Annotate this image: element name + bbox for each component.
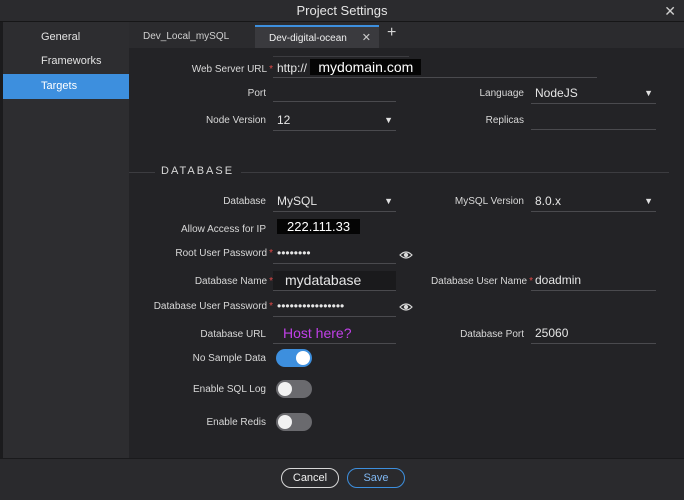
node-version-label: Node Version	[205, 115, 266, 126]
database-name-label: Database Name *	[194, 276, 273, 287]
section-divider	[241, 172, 669, 173]
allow-access-label: Allow Access for IP	[180, 224, 266, 235]
window-title: Project Settings	[296, 3, 388, 18]
url-prefix: http://	[277, 61, 308, 75]
chevron-down-icon: ▼	[644, 196, 653, 206]
root-password-input[interactable]: ••••••••	[273, 244, 396, 264]
no-sample-data-label: No Sample Data	[192, 353, 266, 364]
database-label: Database	[223, 196, 266, 207]
sidebar-item-general[interactable]: General	[3, 25, 129, 50]
database-select[interactable]: MySQL ▼	[273, 192, 396, 212]
database-value: MySQL	[277, 194, 318, 208]
replicas-label: Replicas	[485, 115, 524, 126]
language-select[interactable]: NodeJS ▼	[531, 84, 656, 104]
section-title-database: DATABASE	[161, 165, 235, 177]
sidebar-item-targets[interactable]: Targets	[3, 74, 129, 99]
port-input[interactable]	[273, 82, 396, 102]
close-tab-icon[interactable]: ✕	[362, 27, 371, 50]
allow-access-value: 222.111.33	[277, 219, 361, 234]
settings-panel: Dev_Local_mySQL Dev-digital-ocean ✕ + We…	[129, 22, 684, 458]
language-value: NodeJS	[535, 86, 578, 100]
root-password-label: Root User Password *	[175, 248, 273, 259]
database-user-password-label: Database User Password *	[153, 301, 273, 312]
sidebar-item-frameworks[interactable]: Frameworks	[3, 49, 129, 74]
tab-dev-local-mysql[interactable]: Dev_Local_mySQL	[129, 25, 253, 48]
allow-access-input[interactable]: 222.111.33	[273, 218, 396, 238]
port-label: Port	[247, 88, 266, 99]
chevron-down-icon: ▼	[384, 115, 393, 125]
database-name-input[interactable]: mydatabase	[273, 271, 396, 291]
window-titlebar: Project Settings ✕	[0, 0, 684, 22]
mysql-version-select[interactable]: 8.0.x ▼	[531, 192, 656, 212]
database-url-input[interactable]: Host here?	[273, 324, 396, 344]
database-url-value: Host here?	[283, 325, 352, 341]
database-user-name-label: Database User Name *	[430, 276, 533, 287]
language-label: Language	[479, 88, 525, 99]
tab-bar: Dev_Local_mySQL Dev-digital-ocean ✕ +	[129, 22, 684, 48]
sidebar-item-label: Frameworks	[41, 55, 102, 67]
eye-icon[interactable]	[399, 300, 413, 314]
mysql-version-label: MySQL Version	[454, 196, 524, 207]
enable-sql-log-toggle[interactable]	[276, 380, 312, 398]
web-server-url-input[interactable]: http:// mydomain.com	[273, 58, 597, 78]
database-port-label: Database Port	[460, 329, 524, 340]
mysql-version-value: 8.0.x	[535, 194, 562, 208]
eye-icon[interactable]	[399, 248, 413, 262]
sidebar: General Frameworks Targets	[3, 22, 129, 458]
tab-label: Dev_Local_mySQL	[143, 31, 230, 42]
enable-redis-toggle[interactable]	[276, 413, 312, 431]
chevron-down-icon: ▼	[644, 88, 653, 98]
close-icon[interactable]: ✕	[664, 0, 676, 22]
database-user-password-input[interactable]: ••••••••••••••••	[273, 297, 396, 317]
tab-dev-digital-ocean[interactable]: Dev-digital-ocean ✕	[255, 25, 379, 48]
database-name-value: mydatabase	[285, 272, 362, 288]
no-sample-data-toggle[interactable]	[276, 349, 312, 367]
replicas-input[interactable]	[531, 110, 656, 130]
database-user-name-input[interactable]: doadmin	[531, 271, 656, 291]
url-value: mydomain.com	[310, 59, 422, 75]
plus-icon[interactable]: +	[387, 24, 396, 42]
database-port-input[interactable]: 25060	[531, 324, 656, 344]
cancel-button[interactable]: Cancel	[281, 468, 339, 488]
sidebar-item-label: Targets	[41, 80, 78, 92]
web-server-url-label: Web Server URL *	[191, 64, 273, 75]
node-version-value: 12	[277, 113, 291, 127]
node-version-select[interactable]: 12 ▼	[273, 111, 396, 131]
enable-sql-log-label: Enable SQL Log	[192, 384, 266, 395]
sidebar-item-label: General	[41, 31, 81, 43]
save-button[interactable]: Save	[347, 468, 405, 488]
chevron-down-icon: ▼	[384, 196, 393, 206]
enable-redis-label: Enable Redis	[206, 417, 266, 428]
database-url-label: Database URL	[200, 329, 266, 340]
tab-label: Dev-digital-ocean	[269, 33, 347, 44]
dialog-footer: Cancel Save	[0, 458, 684, 500]
field-underline	[273, 56, 409, 57]
section-divider	[129, 172, 155, 173]
